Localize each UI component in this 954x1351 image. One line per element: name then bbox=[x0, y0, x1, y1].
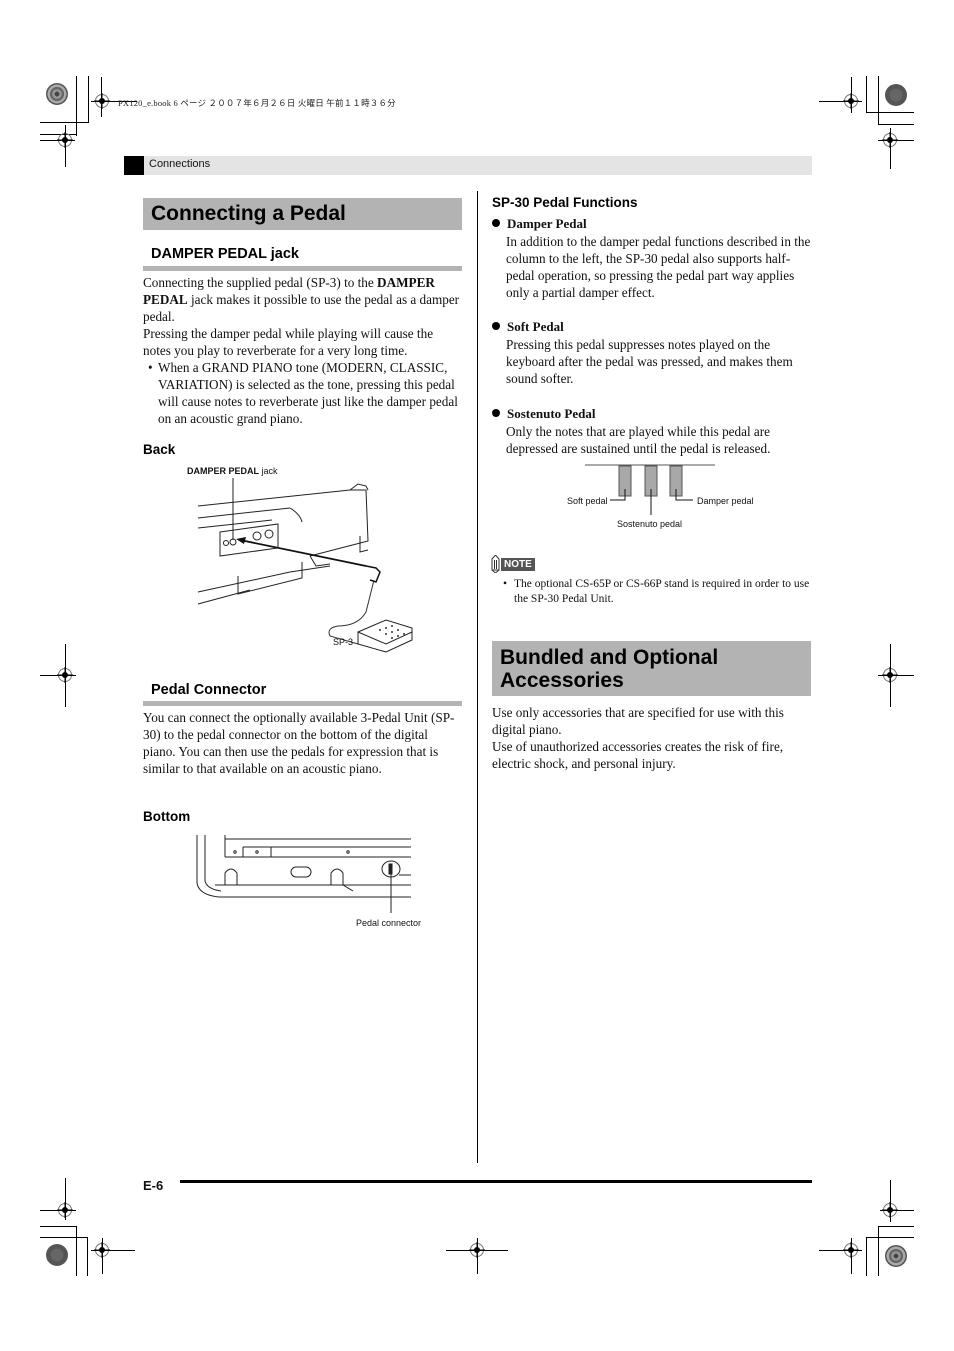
color-rosette-icon bbox=[46, 83, 68, 105]
sp3-label: SP-3 bbox=[333, 637, 354, 647]
damper-pedal-label: Damper pedal bbox=[697, 496, 754, 506]
accessories-title: Bundled and Optional Accessories bbox=[492, 641, 811, 696]
accessories-para2: Use of unauthorized accessories creates … bbox=[492, 739, 784, 771]
column-divider bbox=[477, 191, 478, 1163]
sostenuto-pedal-label: Sostenuto pedal bbox=[617, 519, 683, 529]
bullet-icon bbox=[492, 409, 500, 417]
function-title-sostenuto: Sostenuto Pedal bbox=[492, 406, 595, 422]
list-item: • The optional CS-65P or CS-66P stand is … bbox=[503, 578, 810, 605]
bullet-icon bbox=[492, 219, 500, 227]
damper-jack-body: Connecting the supplied pedal (SP-3) to … bbox=[143, 274, 463, 427]
heading-rule bbox=[143, 266, 462, 271]
piano-back-illustration bbox=[197, 478, 413, 653]
function-text-sostenuto: Only the notes that are played while thi… bbox=[506, 424, 771, 456]
section-marker bbox=[124, 156, 144, 175]
soft-pedal-label: Soft pedal bbox=[567, 496, 608, 506]
print-header: PX120_e.book 6 ページ ２００７年６月２６日 火曜日 午前１１時３… bbox=[118, 98, 396, 108]
accessories-para1: Use only accessories that are specified … bbox=[492, 705, 784, 737]
note-badge: NOTE bbox=[490, 555, 538, 573]
pedal-connector-heading: Pedal Connector bbox=[151, 682, 267, 698]
list-item: • When a GRAND PIANO tone (MODERN, CLASSI… bbox=[148, 360, 458, 426]
sp30-functions-heading: SP-30 Pedal Functions bbox=[492, 195, 638, 210]
pedal-unit-diagram bbox=[585, 464, 715, 515]
pencil-icon bbox=[491, 555, 500, 573]
page-number: E-6 bbox=[143, 1178, 164, 1193]
damper-jack-heading: DAMPER PEDAL jack bbox=[151, 246, 299, 262]
accessories-body: Use only accessories that are specified … bbox=[492, 704, 814, 772]
pedal-connector-label: Pedal connector bbox=[356, 918, 422, 928]
piano-bottom-illustration bbox=[196, 835, 411, 913]
bullet-icon bbox=[492, 322, 500, 330]
section-bar: Connections bbox=[124, 156, 812, 175]
pedal-connector-body: You can connect the optionally available… bbox=[143, 710, 455, 776]
bottom-figure-heading: Bottom bbox=[143, 809, 191, 824]
footer-rule bbox=[180, 1180, 812, 1183]
color-rosette-icon bbox=[46, 1244, 68, 1266]
function-text-soft: Pressing this pedal suppresses notes pla… bbox=[506, 337, 793, 386]
heading-rule bbox=[143, 701, 462, 706]
damper-jack-para2: Pressing the damper pedal while playing … bbox=[143, 326, 434, 358]
note-text: • The optional CS-65P or CS-66P stand is … bbox=[503, 577, 813, 607]
section-label: Connections bbox=[149, 158, 211, 170]
function-title-damper: Damper Pedal bbox=[492, 216, 587, 232]
function-title-soft: Soft Pedal bbox=[492, 319, 564, 335]
damper-jack-label: DAMPER PEDAL jack bbox=[187, 466, 278, 476]
damper-jack-para1: Connecting the supplied pedal (SP-3) to … bbox=[143, 275, 460, 324]
back-figure-heading: Back bbox=[143, 442, 176, 457]
page-title: Connecting a Pedal bbox=[143, 198, 462, 230]
note-label: NOTE bbox=[501, 558, 535, 571]
color-rosette-icon bbox=[885, 84, 907, 106]
color-rosette-icon bbox=[885, 1245, 907, 1267]
function-text-damper: In addition to the damper pedal function… bbox=[506, 234, 811, 300]
